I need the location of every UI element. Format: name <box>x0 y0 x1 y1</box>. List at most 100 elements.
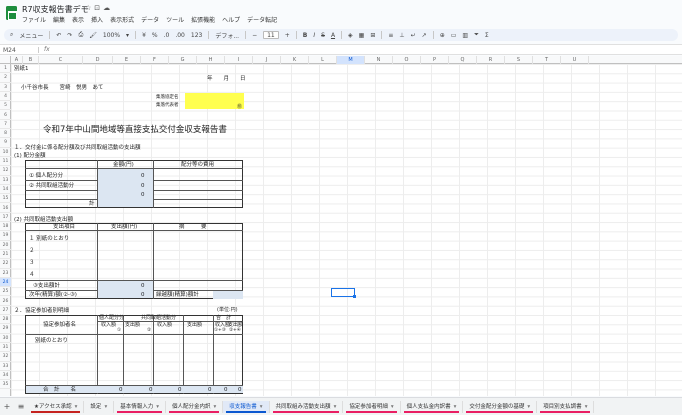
font-size-input[interactable]: 11 <box>263 31 279 39</box>
font-size-plus-icon[interactable]: + <box>285 32 290 39</box>
row-header-25[interactable]: 25 <box>0 287 11 297</box>
column-header-T[interactable]: T <box>533 56 561 64</box>
row-header-24[interactable]: 24 <box>0 277 11 288</box>
column-header-G[interactable]: G <box>169 56 197 64</box>
insert-comment-icon[interactable]: ▭ <box>451 32 457 39</box>
amount-total[interactable]: 0 <box>141 192 145 198</box>
total-indiv-spend[interactable]: 0 <box>149 387 153 393</box>
total-joint-recv[interactable]: 0 <box>178 387 182 393</box>
sheet-tab-1[interactable]: 設定 ▾ <box>84 400 115 413</box>
borders-icon[interactable]: ▦ <box>359 32 365 39</box>
bold-button[interactable]: B <box>303 32 308 39</box>
row-header-4[interactable]: 4 <box>0 92 11 102</box>
carry-over-value[interactable]: 0 <box>141 292 145 298</box>
sheets-logo-icon[interactable] <box>6 6 17 20</box>
row-header-23[interactable]: 23 <box>0 269 11 278</box>
row-header-14[interactable]: 14 <box>0 185 11 195</box>
zoom-select[interactable]: 100% <box>103 32 120 39</box>
search-menu-icon[interactable]: ⌕ <box>10 31 13 39</box>
chevron-down-icon[interactable]: ▾ <box>585 404 588 410</box>
text-wrap-icon[interactable]: ↵ <box>411 32 416 39</box>
row-header-33[interactable]: 33 <box>0 362 11 371</box>
row-header-7[interactable]: 7 <box>0 120 11 130</box>
undo-icon[interactable]: ↶ <box>56 32 61 39</box>
menu-item-3[interactable]: 挿入 <box>91 15 103 24</box>
sheet-tab-9[interactable]: 項目別支払調書 ▾ <box>537 400 595 413</box>
align-vertical-icon[interactable]: ⊥ <box>399 32 404 39</box>
redo-icon[interactable]: ↷ <box>67 32 72 39</box>
column-header-K[interactable]: K <box>281 56 309 64</box>
sheet-tab-0[interactable]: ★アクセス承認 ▾ <box>28 400 85 413</box>
column-header-B[interactable]: B <box>23 56 39 64</box>
select-all-corner[interactable] <box>0 56 11 64</box>
expense-total-value[interactable]: 0 <box>141 283 145 289</box>
italic-button[interactable]: I <box>313 32 315 39</box>
row-header-32[interactable]: 32 <box>0 352 11 362</box>
chevron-down-icon[interactable]: ▾ <box>214 404 217 410</box>
chevron-down-icon[interactable]: ▾ <box>75 404 78 410</box>
sheet-tab-5[interactable]: 共同取組み活動支出額 ▾ <box>270 400 344 413</box>
move-folder-icon[interactable]: ⊡ <box>94 4 103 12</box>
print-icon[interactable]: ⎙ <box>78 31 83 39</box>
font-size-minus-icon[interactable]: − <box>252 32 257 39</box>
row-header-8[interactable]: 8 <box>0 129 11 139</box>
row-header-9[interactable]: 9 <box>0 138 11 148</box>
column-header-A[interactable]: A <box>11 56 23 64</box>
total-joint-spend[interactable]: 0 <box>208 387 212 393</box>
chevron-down-icon[interactable]: ▾ <box>527 404 530 410</box>
search-menu-label[interactable]: メニュー <box>19 31 43 40</box>
decrease-decimal-button[interactable]: .0 <box>164 32 170 39</box>
increase-decimal-button[interactable]: .00 <box>175 32 185 39</box>
paint-format-icon[interactable]: 🖌 <box>89 32 97 39</box>
row-header-16[interactable]: 16 <box>0 204 11 213</box>
insert-chart-icon[interactable]: ▥ <box>462 32 468 39</box>
row-header-10[interactable]: 10 <box>0 148 11 157</box>
menu-item-9[interactable]: データ転記 <box>247 15 277 24</box>
currency-button[interactable]: ¥ <box>142 32 146 39</box>
row-header-11[interactable]: 11 <box>0 157 11 167</box>
fill-color-icon[interactable]: ◈ <box>348 32 353 39</box>
cloud-status-icon[interactable]: ☁ <box>103 4 113 12</box>
row-header-3[interactable]: 3 <box>0 83 11 92</box>
column-header-F[interactable]: F <box>141 56 169 64</box>
menu-item-2[interactable]: 表示 <box>72 15 84 24</box>
star-icon[interactable]: ☆ <box>85 4 94 12</box>
column-header-C[interactable]: C <box>39 56 83 64</box>
menu-item-5[interactable]: データ <box>141 15 159 24</box>
text-rotate-icon[interactable]: ↗ <box>422 32 427 39</box>
merge-cells-icon[interactable]: ⊞ <box>370 32 375 39</box>
filter-icon[interactable]: ⏷ <box>474 31 479 39</box>
row-header-17[interactable]: 17 <box>0 213 11 223</box>
chevron-down-icon[interactable]: ▾ <box>260 404 263 410</box>
sheet-tab-6[interactable]: 協定参加者明細 ▾ <box>343 400 401 413</box>
total-indiv-recv[interactable]: 0 <box>119 387 123 393</box>
functions-icon[interactable]: Σ <box>485 32 489 39</box>
column-header-O[interactable]: O <box>393 56 421 64</box>
row-header-12[interactable]: 12 <box>0 166 11 176</box>
amount-joint[interactable]: 0 <box>141 183 145 189</box>
row-header-26[interactable]: 26 <box>0 297 11 306</box>
strikethrough-button[interactable]: S <box>321 32 325 39</box>
row-header-22[interactable]: 22 <box>0 259 11 269</box>
chevron-down-icon[interactable]: ▾ <box>104 404 107 410</box>
sheet-tab-7[interactable]: 個人支払金内訳書 ▾ <box>401 400 464 413</box>
chevron-down-icon[interactable]: ▾ <box>156 404 159 410</box>
chevron-down-icon[interactable]: ▾ <box>454 404 457 410</box>
menu-item-8[interactable]: ヘルプ <box>222 15 240 24</box>
row-header-29[interactable]: 29 <box>0 324 11 334</box>
menu-item-4[interactable]: 表示形式 <box>110 15 134 24</box>
column-header-D[interactable]: D <box>83 56 113 64</box>
row-header-21[interactable]: 21 <box>0 250 11 260</box>
chevron-down-icon[interactable]: ▾ <box>334 404 337 410</box>
font-select[interactable]: デフォ... <box>215 31 239 40</box>
menu-item-1[interactable]: 編集 <box>53 15 65 24</box>
column-header-U[interactable]: U <box>561 56 589 64</box>
name-box[interactable]: M24 <box>3 47 16 54</box>
amount-individual[interactable]: 0 <box>141 173 145 179</box>
row-header-30[interactable]: 30 <box>0 334 11 343</box>
total-sum-spend[interactable]: 0 <box>238 387 242 393</box>
menu-item-0[interactable]: ファイル <box>22 15 46 24</box>
row-header-20[interactable]: 20 <box>0 241 11 250</box>
selected-cell-m24[interactable] <box>331 288 355 297</box>
sheet-tab-2[interactable]: 基本情報入力 ▾ <box>114 400 166 413</box>
